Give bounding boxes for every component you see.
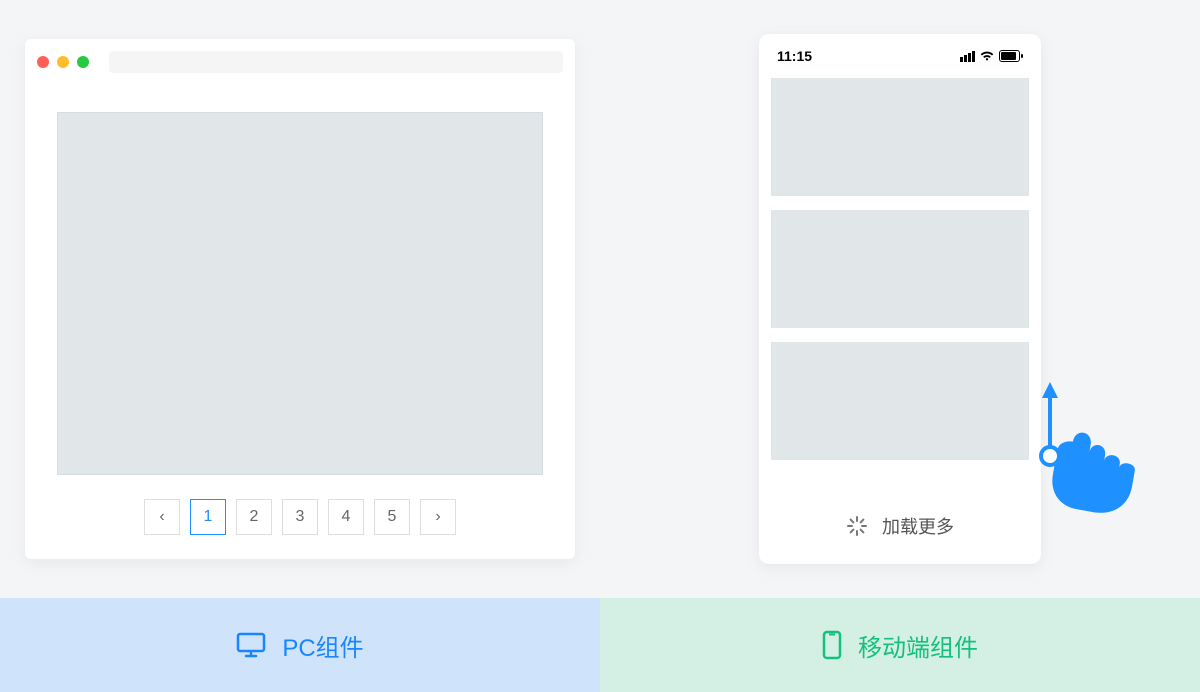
browser-mockup: ‹ 1 2 3 4 5 ›	[25, 39, 575, 559]
battery-icon	[999, 50, 1023, 62]
load-more-label: 加载更多	[882, 513, 954, 539]
window-controls	[37, 56, 89, 68]
page-next-button[interactable]: ›	[420, 499, 456, 535]
status-time: 11:15	[777, 48, 812, 64]
minimize-dot-icon[interactable]	[57, 56, 69, 68]
browser-titlebar	[25, 39, 575, 84]
pagination: ‹ 1 2 3 4 5 ›	[57, 499, 543, 535]
pc-label: PC组件	[0, 598, 600, 692]
list-item	[771, 342, 1029, 460]
list-item	[771, 78, 1029, 196]
comparison-labels: PC组件 移动端组件	[0, 598, 1200, 692]
page-4-button[interactable]: 4	[328, 499, 364, 535]
maximize-dot-icon[interactable]	[77, 56, 89, 68]
url-input[interactable]	[109, 51, 563, 73]
wifi-icon	[979, 50, 995, 62]
phone-mockup: 11:15	[759, 34, 1041, 564]
signal-icon	[960, 51, 975, 62]
pc-label-text: PC组件	[282, 628, 363, 663]
spinner-icon	[846, 515, 868, 537]
pc-panel: ‹ 1 2 3 4 5 ›	[0, 0, 600, 598]
page-2-button[interactable]: 2	[236, 499, 272, 535]
card-list[interactable]	[771, 78, 1029, 498]
load-more-button[interactable]: 加载更多	[771, 498, 1029, 554]
browser-content: ‹ 1 2 3 4 5 ›	[25, 84, 575, 559]
page-prev-button[interactable]: ‹	[144, 499, 180, 535]
phone-icon	[822, 630, 842, 660]
list-item	[771, 210, 1029, 328]
desktop-icon	[236, 632, 266, 658]
page-5-button[interactable]: 5	[374, 499, 410, 535]
swipe-up-icon	[1018, 382, 1168, 522]
page-1-button[interactable]: 1	[190, 499, 226, 535]
mobile-label: 移动端组件	[600, 598, 1200, 692]
mobile-label-text: 移动端组件	[858, 628, 978, 663]
status-bar: 11:15	[771, 44, 1029, 68]
mobile-panel: 11:15	[600, 0, 1200, 598]
close-dot-icon[interactable]	[37, 56, 49, 68]
page-3-button[interactable]: 3	[282, 499, 318, 535]
content-placeholder	[57, 112, 543, 475]
